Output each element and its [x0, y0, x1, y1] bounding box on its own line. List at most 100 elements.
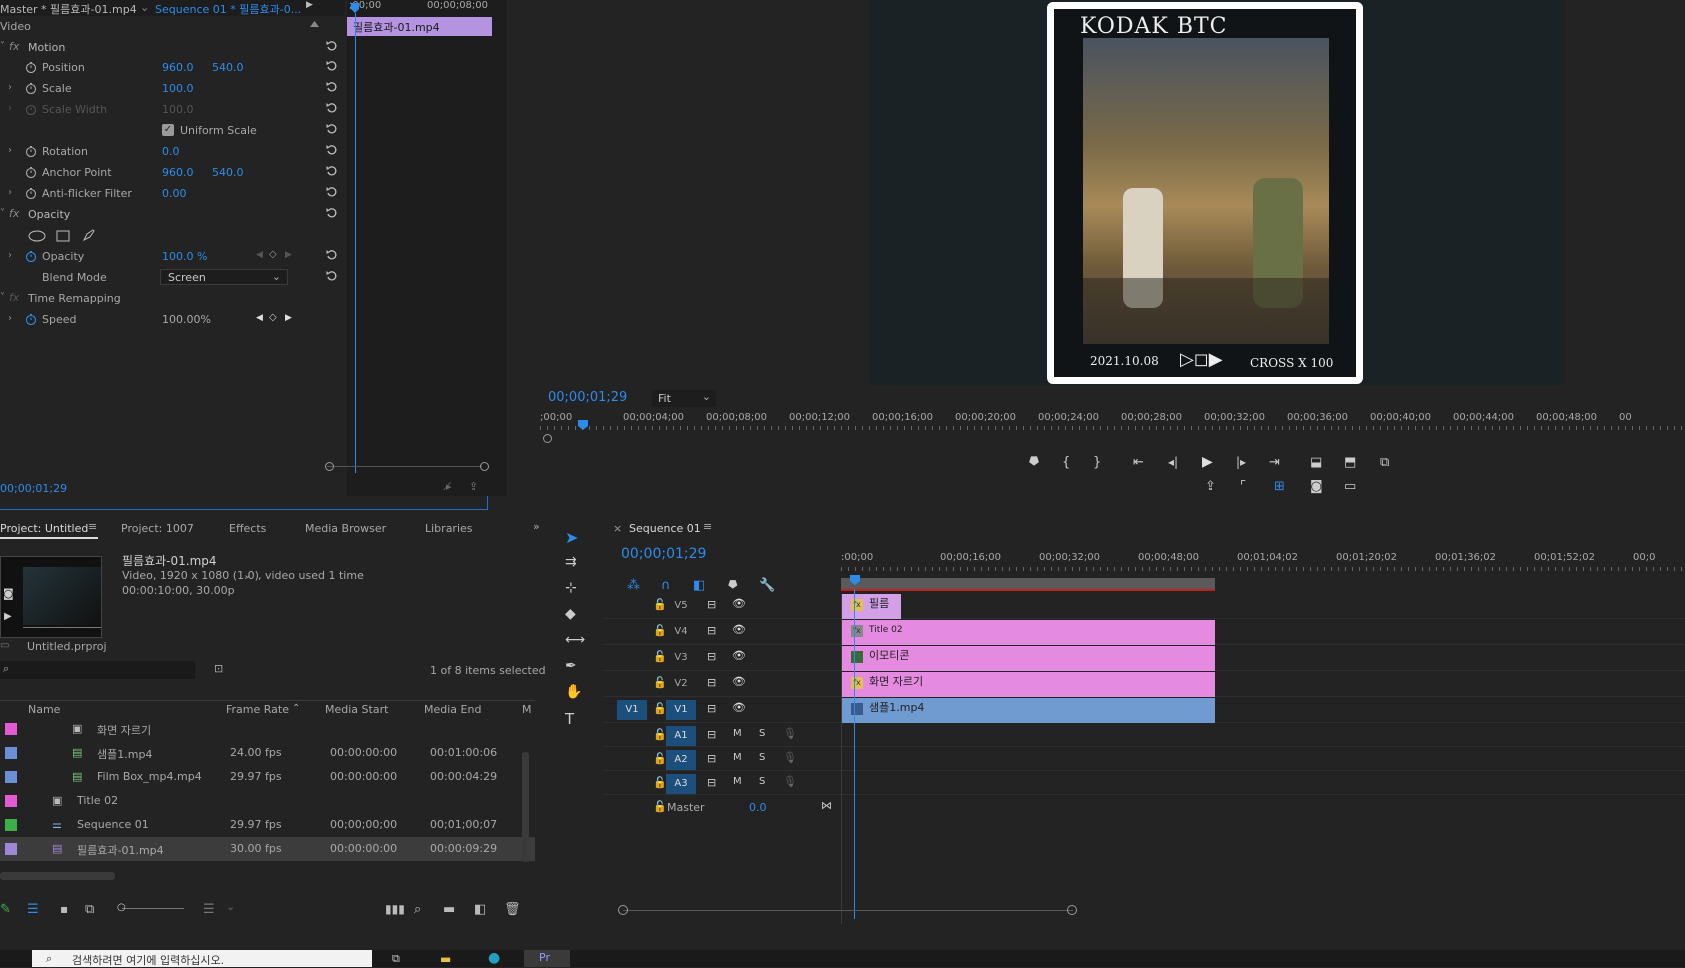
blend-mode-select[interactable]: Screen ⌄: [160, 269, 288, 285]
sort-ascending-icon[interactable]: ⌃: [292, 703, 300, 714]
add-keyframe-icon[interactable]: ◇: [269, 249, 277, 260]
go-to-in-icon[interactable]: ⇤: [1133, 455, 1144, 470]
insert-icon[interactable]: ⧉: [1380, 455, 1389, 470]
reset-icon[interactable]: [326, 144, 338, 156]
task-view-icon[interactable]: ⧉: [392, 952, 400, 966]
clip-v5[interactable]: fx 필름: [841, 594, 901, 619]
fx-icon[interactable]: fx: [9, 40, 19, 53]
zoom-handle-left[interactable]: [325, 462, 334, 471]
antiflicker-value[interactable]: 0.00: [162, 187, 187, 200]
fx-icon[interactable]: fx: [9, 207, 19, 220]
close-icon[interactable]: ×: [613, 522, 622, 535]
reset-icon[interactable]: [326, 165, 338, 177]
col-name[interactable]: Name: [28, 703, 60, 716]
zoom-select[interactable]: Fit ⌄: [652, 390, 716, 407]
wrench-icon[interactable]: 🔧: [759, 578, 775, 593]
label-swatch[interactable]: [5, 819, 17, 831]
twirl-icon[interactable]: ˅: [0, 41, 5, 52]
timeline-scrollbar[interactable]: [623, 910, 1073, 911]
zoom-slider-handle[interactable]: ○: [117, 902, 126, 913]
clip-v2[interactable]: fx 화면 자르기: [841, 672, 1215, 697]
anchor-x-value[interactable]: 960.0: [162, 166, 194, 179]
chevron-right-icon[interactable]: ›: [8, 82, 12, 93]
list-scrollbar[interactable]: [522, 752, 529, 862]
safe-margins-icon[interactable]: ⌜: [1240, 479, 1246, 494]
reset-icon[interactable]: [326, 207, 338, 219]
mic-icon[interactable]: 🎙: [783, 727, 797, 740]
pen-mask-icon[interactable]: [82, 228, 96, 242]
reset-icon[interactable]: [326, 123, 338, 135]
play-icon[interactable]: ▶: [4, 611, 12, 622]
motion-effect-row[interactable]: ˅ fx Motion: [0, 37, 345, 58]
lock-icon[interactable]: 🔓: [653, 650, 667, 663]
lock-icon[interactable]: 🔓: [653, 624, 667, 637]
timeline-ruler[interactable]: :00;00 00;00;16;00 00;00;32;00 00;00;48;00 0…: [841, 552, 1685, 580]
export-frame-icon[interactable]: ⇪: [1205, 479, 1216, 494]
rotation-value[interactable]: 0.0: [162, 145, 180, 158]
comparison-view-icon[interactable]: ⊞: [1274, 479, 1285, 494]
solo-button[interactable]: S: [759, 752, 765, 763]
mic-icon[interactable]: 🎙: [783, 775, 797, 788]
sequence-clip-tab[interactable]: Sequence 01 * 필름효과-0...: [155, 1, 301, 16]
camera-icon[interactable]: ◙: [1310, 479, 1323, 494]
list-view-icon[interactable]: ☰: [27, 902, 39, 917]
mic-icon[interactable]: 🎙: [783, 751, 797, 764]
position-y-value[interactable]: 540.0: [212, 61, 244, 74]
stopwatch-active-icon[interactable]: [25, 250, 37, 262]
col-media-end[interactable]: Media End: [424, 703, 481, 716]
stopwatch-active-icon[interactable]: [25, 313, 37, 325]
speed-value[interactable]: 100.00%: [162, 313, 211, 326]
stopwatch-icon[interactable]: [25, 82, 37, 94]
track-target[interactable]: A3: [666, 774, 696, 794]
reset-icon[interactable]: [326, 60, 338, 72]
eye-icon[interactable]: 👁: [732, 701, 746, 714]
play-icon[interactable]: ▶: [1202, 454, 1213, 470]
sync-lock-icon[interactable]: ⊟: [707, 752, 716, 765]
collapse-up-icon[interactable]: [310, 20, 319, 27]
panel-menu-icon[interactable]: ≡: [88, 520, 97, 533]
sync-lock-icon[interactable]: ⊟: [707, 624, 716, 637]
reset-icon[interactable]: [326, 270, 338, 282]
track-target[interactable]: V4: [666, 622, 696, 642]
sync-lock-icon[interactable]: ⊟: [707, 676, 716, 689]
list-item-selected[interactable]: ▤ 필름효과-01.mp4 30.00 fps 00:00:00:00 00:0…: [0, 837, 535, 861]
eye-icon[interactable]: 👁: [732, 675, 746, 688]
twirl-icon[interactable]: ˅: [0, 208, 5, 219]
camera-icon[interactable]: ◙: [3, 587, 14, 600]
pencil-icon[interactable]: ✎: [0, 902, 11, 917]
tab-project-1007[interactable]: Project: 1007: [121, 522, 194, 535]
file-explorer-icon[interactable]: ▬: [440, 952, 451, 966]
prev-keyframe-icon[interactable]: ◀: [256, 313, 263, 323]
master-value[interactable]: 0.0: [749, 801, 767, 814]
more-tabs-icon[interactable]: »: [533, 520, 540, 533]
stopwatch-icon[interactable]: [25, 61, 37, 73]
tab-project-untitled[interactable]: Project: Untitled: [0, 522, 88, 535]
track-target[interactable]: V2: [666, 674, 696, 694]
stopwatch-icon[interactable]: [25, 166, 37, 178]
pen-tool-icon[interactable]: ✒: [565, 658, 585, 678]
freeform-view-icon[interactable]: ⧉: [85, 902, 94, 917]
chevron-right-icon[interactable]: ›: [8, 145, 12, 156]
label-swatch[interactable]: [5, 747, 17, 759]
chevron-right-icon[interactable]: ›: [8, 313, 12, 324]
sync-lock-icon[interactable]: ⊟: [707, 650, 716, 663]
preview-scrubber[interactable]: [23, 627, 101, 628]
ellipse-mask-icon[interactable]: [28, 230, 46, 242]
search-input[interactable]: ⌕: [0, 661, 195, 679]
clip-v4[interactable]: fx Title 02: [841, 620, 1215, 645]
tab-libraries[interactable]: Libraries: [425, 522, 473, 535]
master-clip-tab[interactable]: Master * 필름효과-01.mp4: [0, 1, 137, 16]
twirl-icon[interactable]: ˅: [0, 292, 5, 303]
lock-icon[interactable]: 🔓: [653, 676, 667, 689]
hand-tool-icon[interactable]: ✋: [565, 684, 585, 704]
step-back-icon[interactable]: ◂|: [1168, 455, 1178, 469]
go-to-edit-icon[interactable]: ⋈: [821, 799, 832, 812]
track-target[interactable]: A2: [666, 750, 696, 770]
clip-v3[interactable]: 이모티콘: [841, 646, 1215, 671]
zoom-slider[interactable]: [122, 908, 184, 909]
sync-lock-icon[interactable]: ⊟: [707, 776, 716, 789]
scale-value[interactable]: 100.0: [162, 82, 194, 95]
reset-icon[interactable]: [326, 186, 338, 198]
reset-icon[interactable]: [326, 249, 338, 261]
list-item[interactable]: ▤ Film Box_mp4.mp4 29.97 fps 00:00:00:00…: [0, 765, 535, 789]
